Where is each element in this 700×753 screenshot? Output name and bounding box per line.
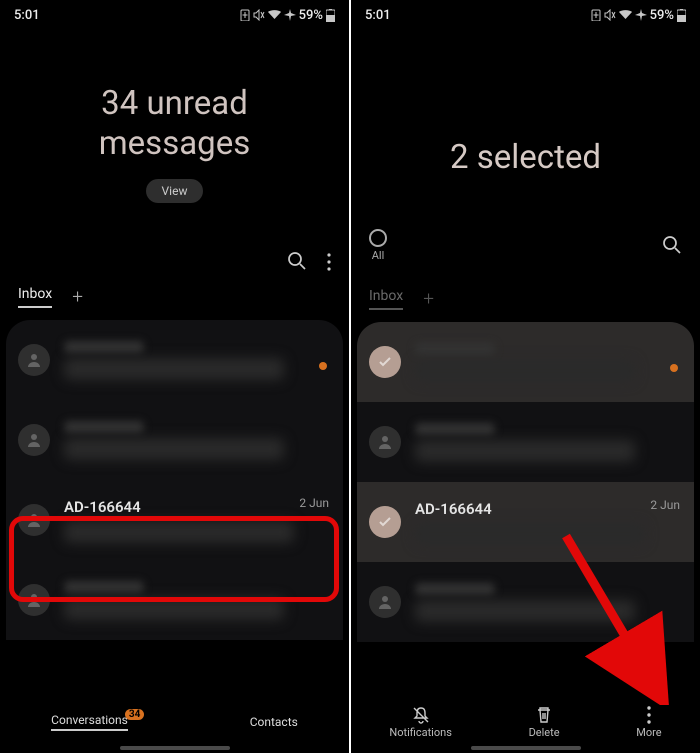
status-bar: 5:01 59% (0, 0, 349, 28)
more-vert-icon (647, 706, 651, 724)
wifi-icon (268, 10, 281, 20)
airplane-icon (284, 9, 296, 21)
conversation-item[interactable] (6, 320, 343, 400)
conversation-item[interactable]: AD-166644 2 Jun (6, 480, 343, 560)
selection-header: 2 selected (351, 28, 700, 217)
add-category-icon[interactable]: + (72, 285, 83, 308)
status-bar: 5:01 59% (351, 0, 700, 28)
notifications-button[interactable]: Notifications (389, 706, 452, 739)
more-button[interactable]: More (636, 706, 661, 739)
conversation-item[interactable] (357, 322, 694, 402)
gesture-handle[interactable] (120, 746, 230, 750)
clock: 5:01 (14, 8, 40, 23)
nav-contacts[interactable]: Contacts (250, 715, 298, 729)
person-icon (18, 504, 50, 536)
toolbar (0, 223, 349, 271)
search-icon[interactable] (662, 235, 682, 255)
search-icon[interactable] (287, 251, 307, 271)
battery-pct: 59% (650, 8, 674, 23)
select-all-button[interactable]: All (369, 229, 387, 262)
phone-left: 5:01 59% 34 unreadmessages View Inbox + (0, 0, 349, 753)
category-tabs: Inbox + (0, 271, 349, 318)
sender-name: AD-166644 (64, 498, 331, 516)
person-icon (369, 426, 401, 458)
wifi-icon (619, 10, 632, 20)
toolbar: All (351, 217, 700, 273)
conversation-item[interactable] (6, 400, 343, 480)
checkmark-icon (369, 346, 401, 378)
airplane-icon (635, 9, 647, 21)
sender-name: AD-166644 (415, 500, 682, 518)
message-date: 2 Jun (650, 498, 680, 512)
mute-icon (253, 9, 265, 21)
gesture-handle[interactable] (471, 746, 581, 750)
conversation-item[interactable] (6, 560, 343, 640)
conversation-list[interactable]: AD-166644 2 Jun (357, 322, 694, 642)
battery-saver-icon (591, 9, 601, 21)
status-icons: 59% (240, 8, 335, 23)
battery-saver-icon (240, 9, 250, 21)
mute-icon (604, 9, 616, 21)
tab-inbox: Inbox (369, 288, 403, 310)
bell-off-icon (412, 706, 430, 724)
phone-right: 5:01 59% 2 selected All Inbox + (351, 0, 700, 753)
status-icons: 59% (591, 8, 686, 23)
checkmark-icon (369, 506, 401, 538)
clock: 5:01 (365, 8, 391, 23)
nav-conversations[interactable]: Conversations 34 (51, 713, 147, 731)
battery-icon (326, 9, 335, 22)
circle-icon (369, 229, 387, 247)
selection-action-bar: Notifications Delete More (351, 691, 700, 753)
person-icon (369, 586, 401, 618)
conversation-item[interactable] (357, 402, 694, 482)
conversation-item[interactable]: AD-166644 2 Jun (357, 482, 694, 562)
conversation-item[interactable] (357, 562, 694, 642)
person-icon (18, 424, 50, 456)
unread-header: 34 unreadmessages View (0, 28, 349, 223)
trash-icon (535, 706, 553, 724)
bottom-nav: Conversations 34 Contacts (0, 691, 349, 753)
tab-inbox[interactable]: Inbox (18, 286, 52, 308)
person-icon (18, 584, 50, 616)
selection-count: 2 selected (351, 138, 700, 177)
delete-button[interactable]: Delete (529, 706, 560, 739)
conversation-list[interactable]: AD-166644 2 Jun (6, 320, 343, 640)
unread-badge: 34 (125, 709, 144, 720)
battery-icon (677, 9, 686, 22)
person-icon (18, 344, 50, 376)
battery-pct: 59% (299, 8, 323, 23)
more-icon[interactable] (327, 253, 331, 271)
category-tabs: Inbox + (351, 273, 700, 320)
add-category-icon: + (423, 287, 434, 310)
message-date: 2 Jun (299, 496, 329, 510)
unread-dot-icon (670, 364, 678, 372)
view-button[interactable]: View (146, 179, 204, 203)
